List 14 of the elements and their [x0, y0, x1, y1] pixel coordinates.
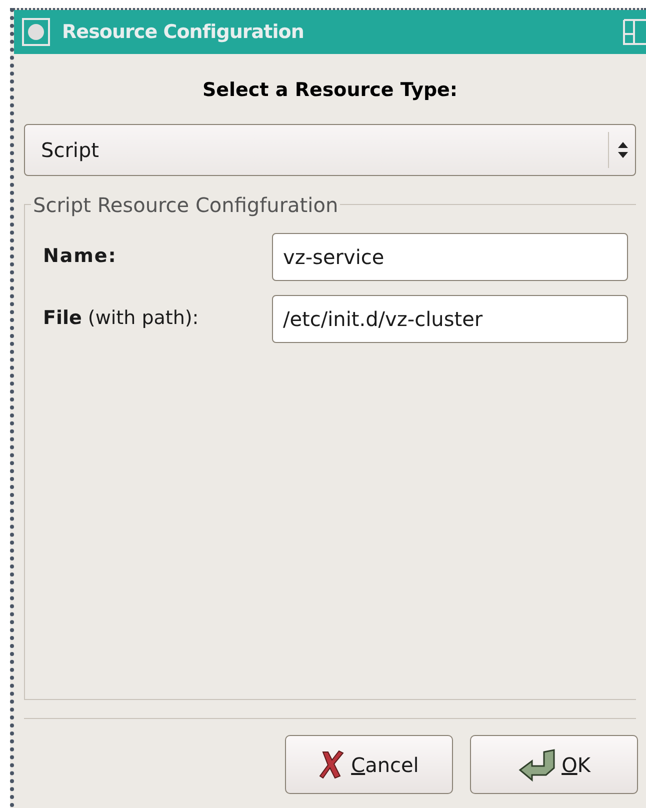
window-menu-icon[interactable] [22, 18, 50, 46]
cancel-button[interactable]: Cancel [285, 735, 453, 794]
return-arrow-icon [518, 748, 556, 782]
x-icon [319, 750, 346, 780]
maximize-icon[interactable] [622, 18, 646, 46]
window-title: Resource Configuration [62, 20, 304, 45]
resource-type-dropdown[interactable]: Script [24, 124, 636, 176]
field-label: File (with path): [43, 306, 200, 332]
field-label: Name: [43, 244, 118, 270]
ok-button[interactable]: OK [470, 735, 638, 794]
dialog-heading: Select a Resource Type: [202, 78, 458, 103]
text-field[interactable]: /etc/init.d/vz-cluster [272, 294, 628, 342]
text-field[interactable]: vz-service [272, 232, 628, 280]
up-down-arrows-icon [617, 140, 629, 158]
